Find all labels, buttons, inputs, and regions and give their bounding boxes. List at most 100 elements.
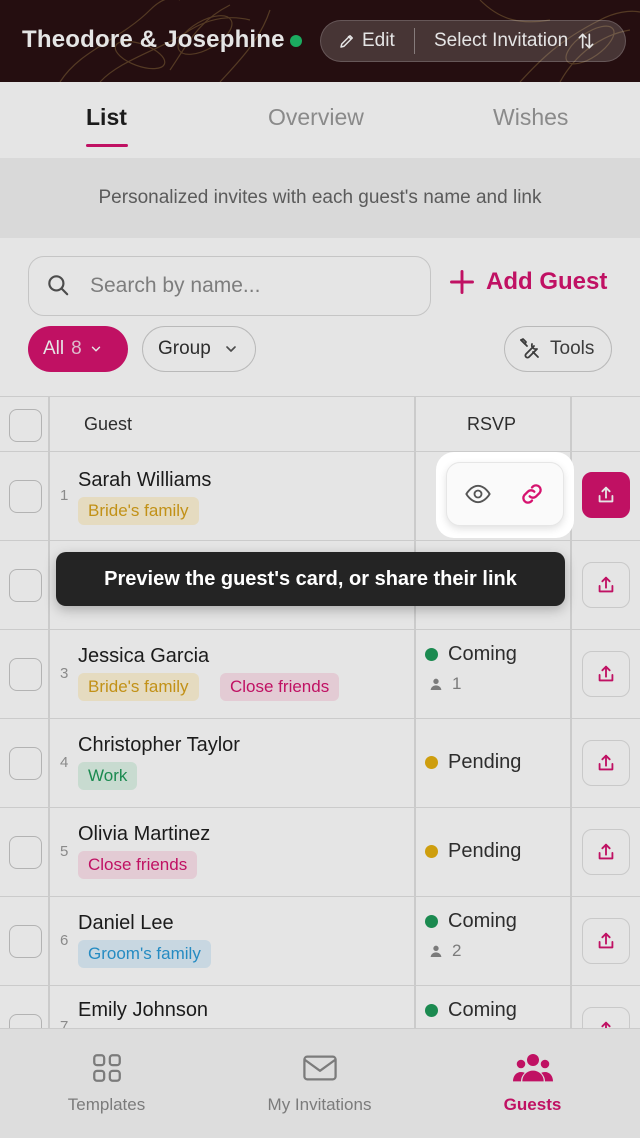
tag-close-friends: Close friends xyxy=(78,851,198,879)
rsvp-label: Coming xyxy=(448,999,517,1021)
grid-icon xyxy=(92,1054,121,1082)
chevron-down-icon xyxy=(91,346,100,352)
share-button[interactable] xyxy=(582,1007,630,1028)
select-all-checkbox[interactable] xyxy=(9,409,42,442)
guest-name: Jessica Garcia xyxy=(78,645,210,667)
nav-templates-label: Templates xyxy=(67,1095,146,1114)
nav-templates[interactable]: Templates xyxy=(0,1029,213,1138)
select-invitation-button[interactable]: Select Invitation xyxy=(434,29,596,53)
table-row[interactable]: 6 Daniel Lee Groom's family Coming 2 xyxy=(0,897,640,986)
row-number: 6 xyxy=(60,932,69,949)
edit-label: Edit xyxy=(362,30,395,51)
tab-wishes[interactable]: Wishes xyxy=(493,104,568,131)
table-row[interactable]: 7 Emily Johnson Coming xyxy=(0,986,640,1028)
share-button[interactable] xyxy=(582,740,630,786)
copy-link-button[interactable] xyxy=(512,476,552,512)
share-icon xyxy=(601,1021,611,1028)
share-button[interactable] xyxy=(582,562,630,608)
status-indicator xyxy=(290,35,302,47)
share-button[interactable] xyxy=(582,651,630,697)
status-dot-pending xyxy=(425,756,438,769)
people-icon xyxy=(512,1054,553,1082)
row-checkbox[interactable] xyxy=(9,658,42,691)
preview-card-button[interactable] xyxy=(458,476,498,512)
rsvp-status: Coming xyxy=(425,999,517,1022)
row-checkbox[interactable] xyxy=(9,836,42,869)
column-header-guest: Guest xyxy=(84,414,133,434)
pill-divider xyxy=(414,28,415,54)
envelope-icon xyxy=(302,1055,337,1081)
party-count: 2 xyxy=(452,941,462,960)
tag-work: Work xyxy=(78,762,138,790)
rsvp-label: Coming xyxy=(448,910,517,932)
tools-label: Tools xyxy=(550,338,595,359)
nav-my-invitations-label: My Invitations xyxy=(267,1095,372,1114)
share-button[interactable] xyxy=(582,472,630,518)
rsvp-label: Pending xyxy=(448,840,522,862)
status-dot-coming xyxy=(425,648,438,661)
row-checkbox[interactable] xyxy=(9,480,42,513)
sort-arrows-icon xyxy=(578,33,594,49)
nav-guests[interactable]: Guests xyxy=(426,1029,639,1138)
invitation-title: Theodore & Josephine xyxy=(22,26,285,53)
table-row[interactable]: 4 Christopher Taylor Work Pending xyxy=(0,719,640,808)
rsvp-status: Pending xyxy=(425,751,521,774)
add-guest-button[interactable]: Add Guest xyxy=(448,268,607,296)
tag-close-friends: Close friends xyxy=(220,673,340,701)
pencil-icon xyxy=(340,35,353,48)
share-icon xyxy=(598,576,614,593)
guest-name: Sarah Williams xyxy=(78,469,212,491)
filter-all-count: 8 xyxy=(71,338,82,359)
status-dot-pending xyxy=(425,845,438,858)
eye-icon xyxy=(465,484,491,504)
party-size: 1 xyxy=(428,674,461,694)
person-icon xyxy=(430,945,442,957)
filter-all-chip[interactable]: All 8 xyxy=(28,326,128,372)
share-icon xyxy=(598,754,614,771)
active-tab-indicator xyxy=(86,144,128,147)
table-row[interactable]: 3 Jessica Garcia Bride's family Close fr… xyxy=(0,630,640,719)
rsvp-label: Pending xyxy=(448,751,522,773)
row-number: 4 xyxy=(60,754,69,771)
edit-button[interactable]: Edit xyxy=(338,29,395,53)
tab-overview[interactable]: Overview xyxy=(268,104,364,131)
party-size: 2 xyxy=(428,941,461,961)
row-checkbox[interactable] xyxy=(9,569,42,602)
row-checkbox[interactable] xyxy=(9,925,42,958)
search-icon xyxy=(48,275,69,296)
share-icon xyxy=(598,665,614,682)
share-icon xyxy=(598,932,614,949)
filter-group-label: Group xyxy=(158,338,211,359)
filter-all-label: All xyxy=(43,338,65,359)
person-icon xyxy=(430,678,442,690)
status-dot-coming xyxy=(425,1004,438,1017)
app-header: Theodore & Josephine Edit Select Invitat… xyxy=(0,0,640,82)
nav-my-invitations[interactable]: My Invitations xyxy=(213,1029,426,1138)
share-button[interactable] xyxy=(582,829,630,875)
share-button[interactable] xyxy=(582,918,630,964)
guest-name: Christopher Taylor xyxy=(78,734,240,756)
tab-bar: List Overview Wishes xyxy=(0,82,640,158)
row-checkbox[interactable] xyxy=(9,747,42,780)
row-number: 3 xyxy=(60,665,69,682)
tag-brides-family: Bride's family xyxy=(78,497,199,525)
rsvp-status: Pending xyxy=(425,840,521,863)
bottom-navigation: Templates My Invitations Guests xyxy=(0,1028,640,1138)
filter-group-chip[interactable]: Group xyxy=(142,326,256,372)
search-input[interactable] xyxy=(90,270,410,302)
table-header-row: Guest RSVP xyxy=(0,397,640,452)
row-number: 7 xyxy=(60,1018,69,1028)
link-icon xyxy=(522,484,542,504)
table-row[interactable]: 5 Olivia Martinez Close friends Pending xyxy=(0,808,640,897)
tab-list[interactable]: List xyxy=(86,104,127,131)
rsvp-label: Coming xyxy=(448,643,517,665)
select-invitation-label: Select Invitation xyxy=(434,30,569,51)
share-icon xyxy=(598,843,614,860)
row-checkbox[interactable] xyxy=(9,1014,42,1028)
page-subtitle: Personalized invites with each guest's n… xyxy=(0,158,640,238)
rsvp-status: Coming xyxy=(425,910,517,933)
party-count: 1 xyxy=(452,674,462,693)
tools-button[interactable]: Tools xyxy=(504,326,612,372)
rsvp-status: Coming xyxy=(425,643,517,666)
column-header-rsvp: RSVP xyxy=(467,414,517,434)
